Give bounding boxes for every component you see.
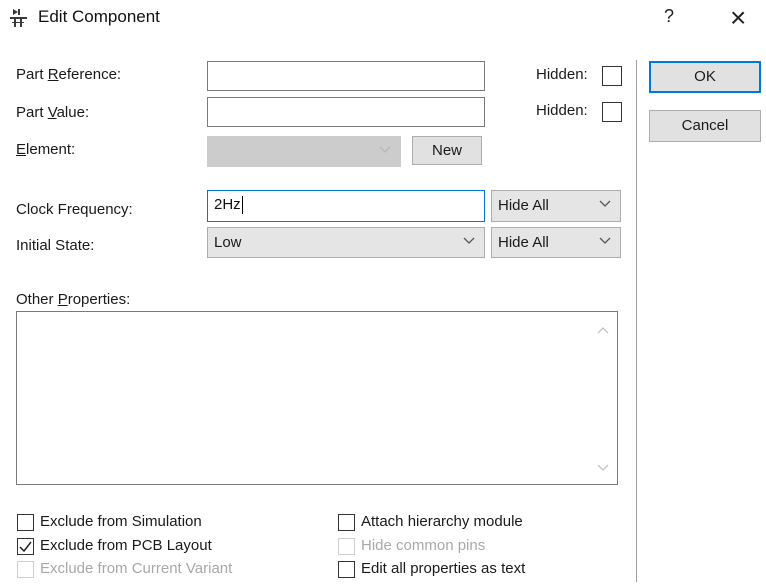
attach-hierarchy-checkbox[interactable] xyxy=(338,514,355,531)
part-reference-label-accel: R xyxy=(47,66,59,83)
cancel-button[interactable]: Cancel xyxy=(649,110,761,142)
exclude-simulation-checkbox[interactable] xyxy=(17,514,34,531)
clock-frequency-input[interactable]: 2Hz xyxy=(207,190,485,222)
other-properties-label: Other Properties: xyxy=(16,291,130,308)
clock-frequency-visibility-value: Hide All xyxy=(498,197,549,214)
element-new-button[interactable]: New xyxy=(412,136,482,165)
chevron-down-icon xyxy=(463,237,475,244)
part-value-label-prefix: Part xyxy=(16,104,48,121)
chevron-down-icon xyxy=(379,146,391,153)
close-button[interactable]: × xyxy=(730,0,746,36)
part-value-label: Part Value: xyxy=(16,104,89,121)
part-value-hidden-label: Hidden: xyxy=(536,102,588,119)
ok-button[interactable]: OK xyxy=(649,61,761,93)
initial-state-value: Low xyxy=(214,234,242,251)
element-dropdown[interactable] xyxy=(207,136,401,167)
exclude-pcb-label: Exclude from PCB Layout xyxy=(40,537,212,554)
part-reference-label: Part Reference: xyxy=(16,66,121,83)
chevron-down-icon xyxy=(599,237,611,244)
other-properties-label-rest: roperties: xyxy=(67,291,131,308)
element-label-accel: E xyxy=(16,141,27,158)
vertical-separator xyxy=(636,60,637,582)
clock-frequency-visibility-dropdown[interactable]: Hide All xyxy=(491,190,621,222)
exclude-pcb-checkbox[interactable] xyxy=(17,538,34,555)
element-label: Element: xyxy=(16,141,75,158)
element-label-rest: lement: xyxy=(26,141,76,158)
exclude-simulation-label: Exclude from Simulation xyxy=(40,513,202,530)
clock-frequency-value: 2Hz xyxy=(214,196,241,213)
exclude-variant-label: Exclude from Current Variant xyxy=(40,560,233,577)
help-button[interactable]: ? xyxy=(664,6,674,27)
text-cursor xyxy=(241,196,243,215)
initial-state-visibility-value: Hide All xyxy=(498,234,549,251)
scroll-down-icon[interactable] xyxy=(597,464,609,472)
other-properties-label-accel: P xyxy=(57,291,68,308)
hide-common-pins-checkbox[interactable] xyxy=(338,538,355,555)
edit-as-text-checkbox[interactable] xyxy=(338,561,355,578)
part-value-input[interactable] xyxy=(207,97,485,127)
other-properties-label-prefix: Other xyxy=(16,291,58,308)
hide-common-pins-label: Hide common pins xyxy=(361,537,486,554)
exclude-variant-checkbox[interactable] xyxy=(17,561,34,578)
checkmark-icon xyxy=(19,541,32,553)
initial-state-dropdown[interactable]: Low xyxy=(207,227,485,258)
clock-frequency-label: Clock Frequency: xyxy=(16,201,133,218)
attach-hierarchy-label: Attach hierarchy module xyxy=(361,513,523,530)
part-reference-input[interactable] xyxy=(207,61,485,91)
title-bar: Edit Component ? × xyxy=(0,0,766,36)
part-reference-label-rest: eference: xyxy=(58,66,122,83)
part-reference-label-prefix: Part xyxy=(16,66,48,83)
part-value-hidden-checkbox[interactable] xyxy=(602,102,622,122)
part-value-label-accel: V xyxy=(47,104,57,121)
chevron-down-icon xyxy=(599,200,611,207)
part-value-label-rest: alue: xyxy=(56,104,90,121)
other-properties-textarea[interactable] xyxy=(16,311,618,485)
window-title: Edit Component xyxy=(38,7,160,26)
component-icon xyxy=(10,8,28,28)
initial-state-label: Initial State: xyxy=(16,237,95,254)
part-reference-hidden-label: Hidden: xyxy=(536,66,588,83)
part-reference-hidden-checkbox[interactable] xyxy=(602,66,622,86)
initial-state-visibility-dropdown[interactable]: Hide All xyxy=(491,227,621,258)
scroll-up-icon[interactable] xyxy=(597,326,609,334)
edit-as-text-label: Edit all properties as text xyxy=(361,560,526,577)
